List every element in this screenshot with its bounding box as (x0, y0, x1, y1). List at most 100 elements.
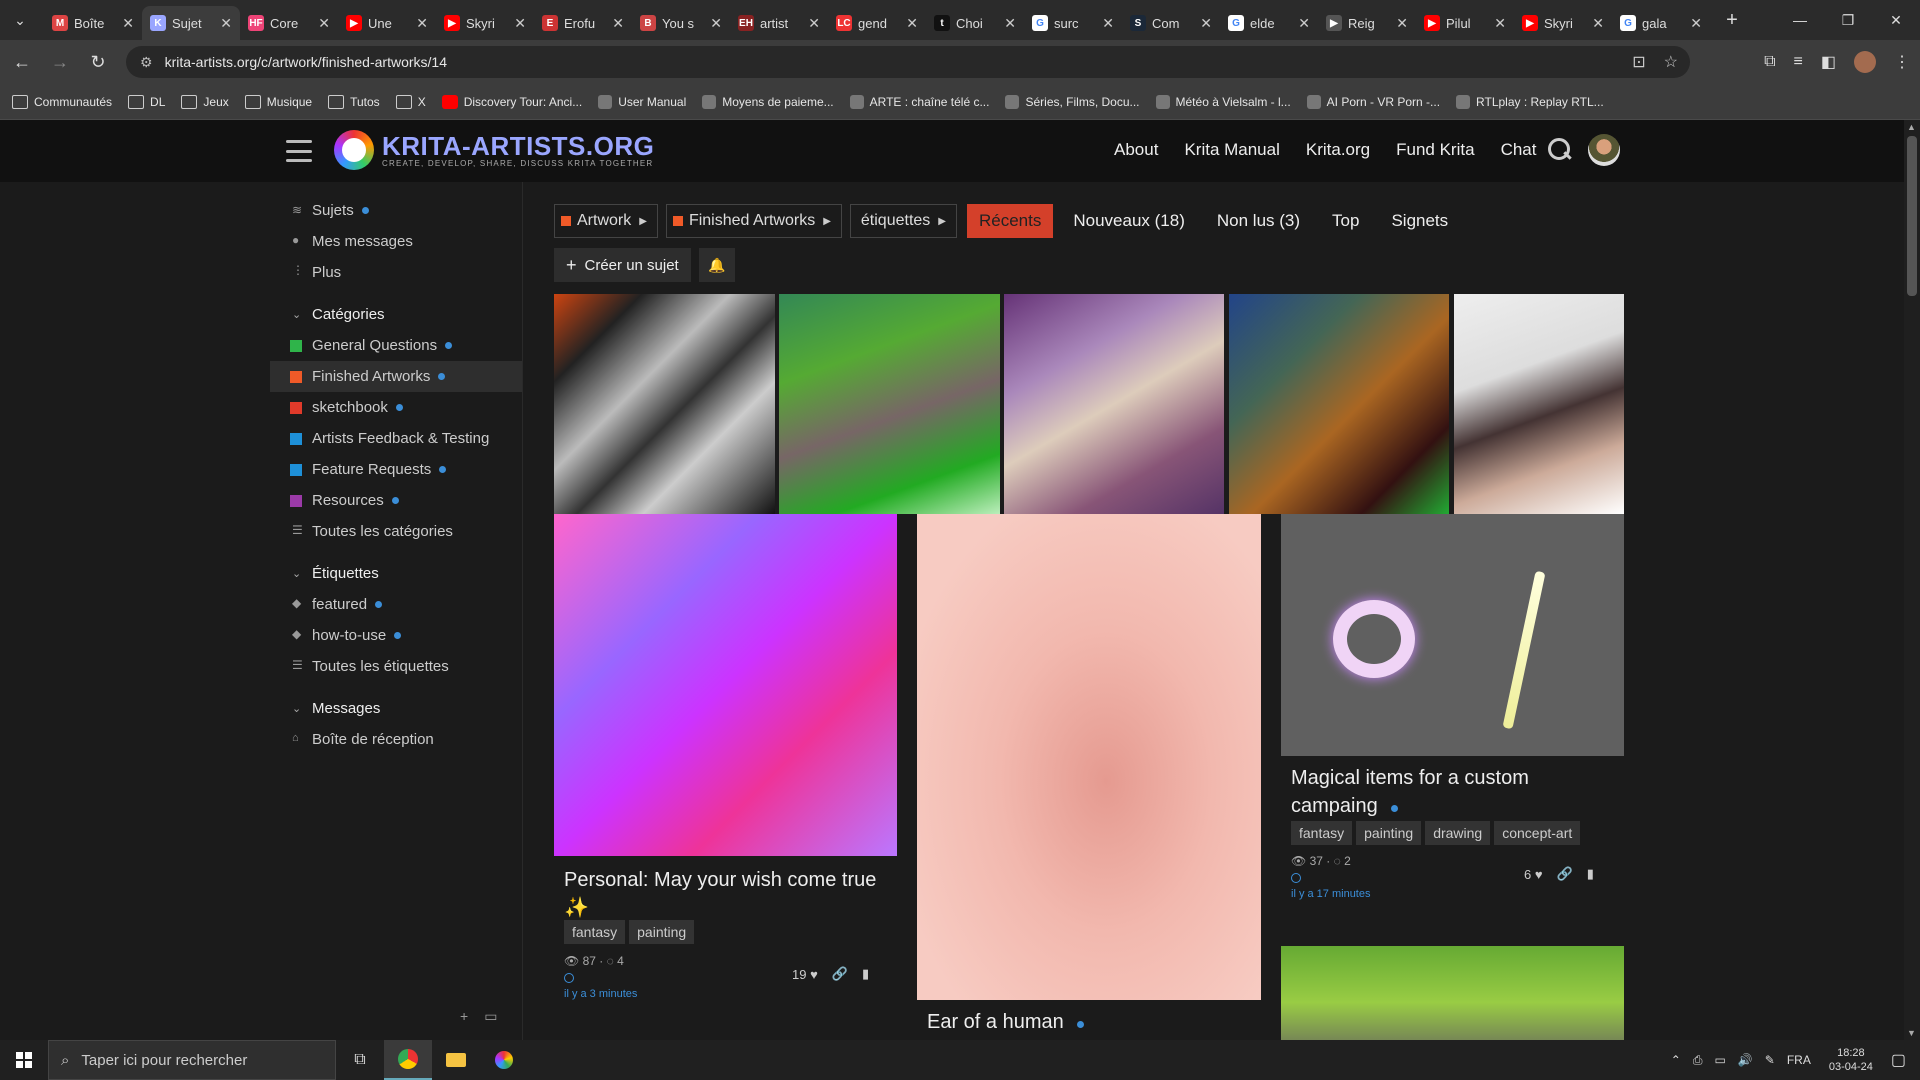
categories-section-toggle[interactable]: ⌄ Catégories (270, 298, 522, 330)
notification-bell-icon[interactable]: 🔔 (698, 248, 735, 282)
sidebar-category-item[interactable]: General Questions (270, 330, 522, 361)
nav-krita-org[interactable]: Krita.org (1306, 140, 1370, 160)
back-icon[interactable]: ← (6, 46, 38, 78)
scrollbar-thumb[interactable] (1907, 136, 1917, 296)
bookmark-item[interactable]: AI Porn - VR Porn -... (1306, 94, 1440, 109)
tag-chip[interactable]: painting (1356, 821, 1422, 845)
tab-close-icon[interactable]: ✕ (1494, 15, 1506, 32)
link-icon[interactable]: 🔗 (832, 966, 848, 982)
tab-close-icon[interactable]: ✕ (1690, 15, 1702, 32)
tag-chip[interactable]: concept-art (1494, 821, 1581, 845)
tab-close-icon[interactable]: ✕ (1102, 15, 1114, 32)
tab-close-icon[interactable]: ✕ (1592, 15, 1604, 32)
tab-top[interactable]: Top (1320, 204, 1371, 238)
browser-tab[interactable]: E Erofu ✕ (534, 6, 632, 40)
tags-dropdown[interactable]: étiquettes ▶ (849, 204, 957, 238)
tab-close-icon[interactable]: ✕ (1298, 15, 1310, 32)
bookmark-item[interactable]: Jeux (181, 94, 229, 109)
browser-tab[interactable]: Gsurc ✕ (1024, 6, 1122, 40)
site-logo[interactable]: KRITA-ARTISTS.ORG CREATE, DEVELOP, SHARE… (334, 130, 654, 170)
page-scrollbar[interactable]: ▲ ▼ (1904, 120, 1920, 1040)
browser-tab[interactable]: M Boîte ✕ (44, 6, 142, 40)
browser-tab[interactable]: Ggala ✕ (1612, 6, 1710, 40)
browser-tab[interactable]: ▶ Pilul ✕ (1416, 6, 1514, 40)
tab-close-icon[interactable]: ✕ (1396, 15, 1408, 32)
tab-close-icon[interactable]: ✕ (612, 15, 624, 32)
tab-signets[interactable]: Signets (1379, 204, 1460, 238)
browser-tab[interactable]: ▶ Une ✕ (338, 6, 436, 40)
extensions-icon[interactable]: ⧉ (1764, 53, 1775, 71)
forward-icon[interactable]: → (44, 46, 76, 78)
bookmark-item[interactable]: Météo à Vielsalm - l... (1155, 94, 1291, 109)
link-icon[interactable]: 🔗 (1557, 866, 1573, 882)
scroll-up-icon[interactable]: ▲ (1907, 122, 1916, 132)
add-section-icon[interactable]: + (460, 1008, 468, 1025)
sidebar-category-item[interactable]: Resources (270, 485, 522, 516)
pen-icon[interactable]: ✎ (1765, 1053, 1775, 1067)
subcategory-dropdown[interactable]: Finished Artworks ▶ (665, 204, 842, 238)
bookmark-icon[interactable]: ▮ (1587, 866, 1594, 882)
reload-icon[interactable]: ↻ (82, 46, 114, 78)
tab-close-icon[interactable]: ✕ (514, 15, 526, 32)
address-bar[interactable]: ⚙ krita-artists.org/c/artwork/finished-a… (126, 46, 1690, 78)
scroll-down-icon[interactable]: ▼ (1907, 1028, 1916, 1038)
browser-tab[interactable]: Gelde ✕ (1220, 6, 1318, 40)
topic-title[interactable]: Magical items for a custom campaing (1291, 764, 1611, 820)
topic-title[interactable]: Ear of a human (927, 1008, 1257, 1036)
media-control-icon[interactable]: ≡ (1794, 53, 1803, 71)
topic-title[interactable]: Personal: May your wish come true ✨ (564, 866, 894, 922)
sidebar-item-sujets[interactable]: ≋ Sujets (270, 195, 522, 226)
nav-fund-krita[interactable]: Fund Krita (1396, 140, 1474, 160)
nav-about[interactable]: About (1114, 140, 1158, 160)
menu-icon[interactable]: ⋮ (1894, 52, 1910, 72)
artwork-thumbnail[interactable] (1454, 294, 1624, 514)
tab-close-icon[interactable]: ✕ (1200, 15, 1212, 32)
browser-tab[interactable]: EH artist ✕ (730, 6, 828, 40)
tags-section-toggle[interactable]: ⌄ Étiquettes (270, 557, 522, 589)
topic-image[interactable] (1281, 514, 1624, 756)
tab-close-icon[interactable]: ✕ (122, 15, 134, 32)
nav-chat[interactable]: Chat (1501, 140, 1537, 160)
search-icon[interactable] (1548, 138, 1572, 162)
install-app-icon[interactable]: ⊡ (1632, 52, 1645, 72)
topic-image[interactable] (554, 514, 897, 856)
krita-app-icon[interactable] (480, 1040, 528, 1080)
network-icon[interactable]: ▭ (1714, 1053, 1725, 1067)
like-button[interactable]: 6 ♥ (1524, 867, 1543, 882)
taskbar-search[interactable]: ⌕ Taper ici pour rechercher (48, 1040, 336, 1080)
sidebar-category-item[interactable]: Finished Artworks (270, 361, 522, 392)
sidebar-tag-item[interactable]: ◆ featured (270, 589, 522, 620)
bookmark-item[interactable]: X (395, 94, 426, 109)
nav-krita-manual[interactable]: Krita Manual (1184, 140, 1279, 160)
bookmark-item[interactable]: DL (128, 94, 165, 109)
sidebar-category-item[interactable]: Artists Feedback & Testing (270, 423, 522, 454)
sidebar-category-item[interactable]: Feature Requests (270, 454, 522, 485)
bookmark-item[interactable]: Séries, Films, Docu... (1005, 94, 1140, 109)
bookmark-icon[interactable]: ▮ (862, 966, 869, 982)
browser-tab[interactable]: LC gend ✕ (828, 6, 926, 40)
sidebar-item-inbox[interactable]: ⌂ Boîte de réception (270, 724, 522, 755)
sidebar-item-messages[interactable]: ● Mes messages (270, 226, 522, 257)
start-button[interactable] (0, 1040, 48, 1080)
language-indicator[interactable]: FRA (1787, 1053, 1811, 1067)
site-info-icon[interactable]: ⚙ (140, 54, 153, 71)
sidebar-item-plus[interactable]: ⋮ Plus (270, 257, 522, 288)
bookmark-item[interactable]: Moyens de paieme... (702, 94, 834, 109)
profile-avatar[interactable] (1854, 51, 1876, 73)
artwork-thumbnail[interactable] (1229, 294, 1449, 514)
bookmark-item[interactable]: Discovery Tour: Anci... (441, 94, 582, 109)
minimize-icon[interactable]: — (1776, 0, 1824, 40)
taskbar-clock[interactable]: 18:28 03-04-24 (1829, 1046, 1873, 1074)
sidebar-tag-item[interactable]: ◆ how-to-use (270, 620, 522, 651)
volume-icon[interactable]: 🔊 (1738, 1053, 1753, 1067)
tag-chip[interactable]: fantasy (1291, 821, 1353, 845)
close-window-icon[interactable]: ✕ (1872, 0, 1920, 40)
browser-tab[interactable]: B You s ✕ (632, 6, 730, 40)
file-explorer-icon[interactable] (432, 1040, 480, 1080)
notifications-icon[interactable]: ▢ (1891, 1050, 1906, 1070)
category-dropdown[interactable]: Artwork ▶ (554, 204, 658, 238)
tab-close-icon[interactable]: ✕ (318, 15, 330, 32)
url-text[interactable]: krita-artists.org/c/artwork/finished-art… (165, 54, 447, 70)
tag-chip[interactable]: painting (629, 920, 695, 944)
browser-tab[interactable]: S Com ✕ (1122, 6, 1220, 40)
